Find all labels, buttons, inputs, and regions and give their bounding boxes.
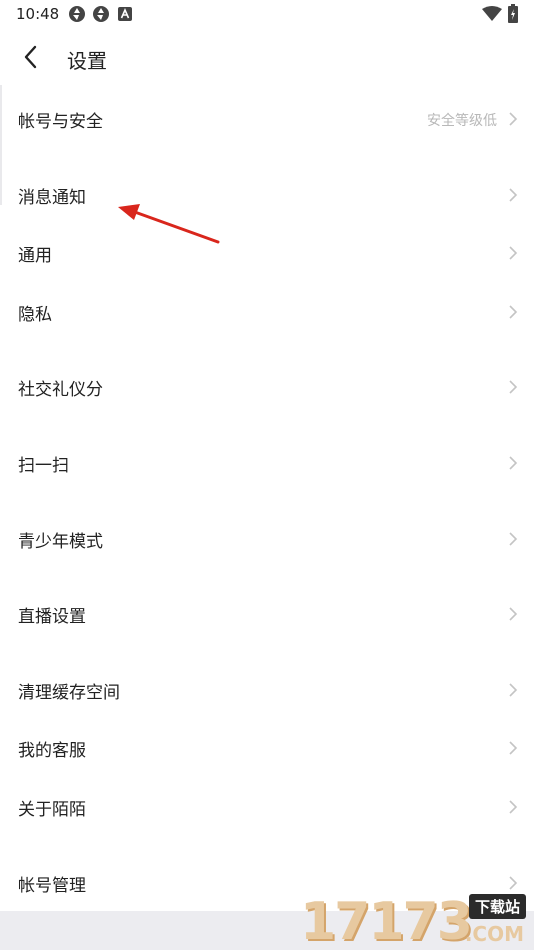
chevron-right-icon (509, 305, 518, 319)
settings-item-notifications[interactable]: 消息通知 (0, 167, 534, 223)
settings-item-privacy[interactable]: 隐私 (0, 284, 534, 340)
settings-item-label: 直播设置 (18, 607, 86, 627)
settings-item-scan[interactable]: 扫一扫 (0, 435, 534, 491)
site-watermark: 17173 下载站 .COM (300, 888, 528, 952)
chevron-right-icon (509, 532, 518, 546)
wifi-icon (482, 6, 502, 21)
chevron-right-icon (509, 607, 518, 621)
aperture-icon (69, 6, 85, 22)
settings-item-social-etiquette-score[interactable]: 社交礼仪分 (0, 359, 534, 415)
chevron-right-icon (509, 683, 518, 697)
chevron-right-icon (509, 741, 518, 755)
settings-item-label: 我的客服 (18, 741, 86, 761)
battery-charging-icon (508, 4, 518, 23)
settings-item-label: 隐私 (18, 305, 52, 325)
settings-item-live-settings[interactable]: 直播设置 (0, 586, 534, 642)
status-bar: 10:48 (0, 0, 534, 28)
chevron-right-icon (509, 246, 518, 260)
back-arrow-icon[interactable] (16, 42, 46, 72)
app-a-icon (118, 7, 132, 21)
settings-item-about[interactable]: 关于陌陌 (0, 779, 534, 835)
settings-item-teen-mode[interactable]: 青少年模式 (0, 511, 534, 567)
settings-item-account-security[interactable]: 帐号与安全 安全等级低 (0, 91, 534, 147)
annotation-arrow-icon (118, 204, 220, 244)
settings-item-label: 帐号管理 (18, 876, 86, 896)
page-title: 设置 (67, 49, 107, 73)
chevron-right-icon (509, 188, 518, 202)
aperture-icon (93, 6, 109, 22)
settings-item-customer-service[interactable]: 我的客服 (0, 720, 534, 776)
watermark-suffix: .COM (464, 922, 524, 946)
security-level-hint: 安全等级低 (427, 113, 497, 129)
watermark-digits: 17173 (300, 892, 473, 952)
watermark-tag: 下载站 (468, 894, 526, 919)
settings-item-label: 关于陌陌 (18, 800, 86, 820)
settings-item-label: 通用 (18, 246, 52, 266)
chevron-right-icon (509, 800, 518, 814)
top-app-bar: 设置 (0, 32, 534, 84)
chevron-right-icon (509, 112, 518, 126)
settings-item-clear-cache[interactable]: 清理缓存空间 (0, 662, 534, 718)
settings-item-label: 扫一扫 (18, 456, 69, 476)
settings-item-label: 帐号与安全 (18, 112, 103, 132)
settings-item-label: 消息通知 (18, 188, 86, 208)
settings-item-label: 青少年模式 (18, 532, 103, 552)
settings-item-label: 清理缓存空间 (18, 683, 120, 703)
settings-item-general[interactable]: 通用 (0, 225, 534, 281)
settings-item-label: 社交礼仪分 (18, 380, 103, 400)
status-time: 10:48 (16, 5, 60, 23)
chevron-right-icon (509, 380, 518, 394)
chevron-right-icon (509, 456, 518, 470)
